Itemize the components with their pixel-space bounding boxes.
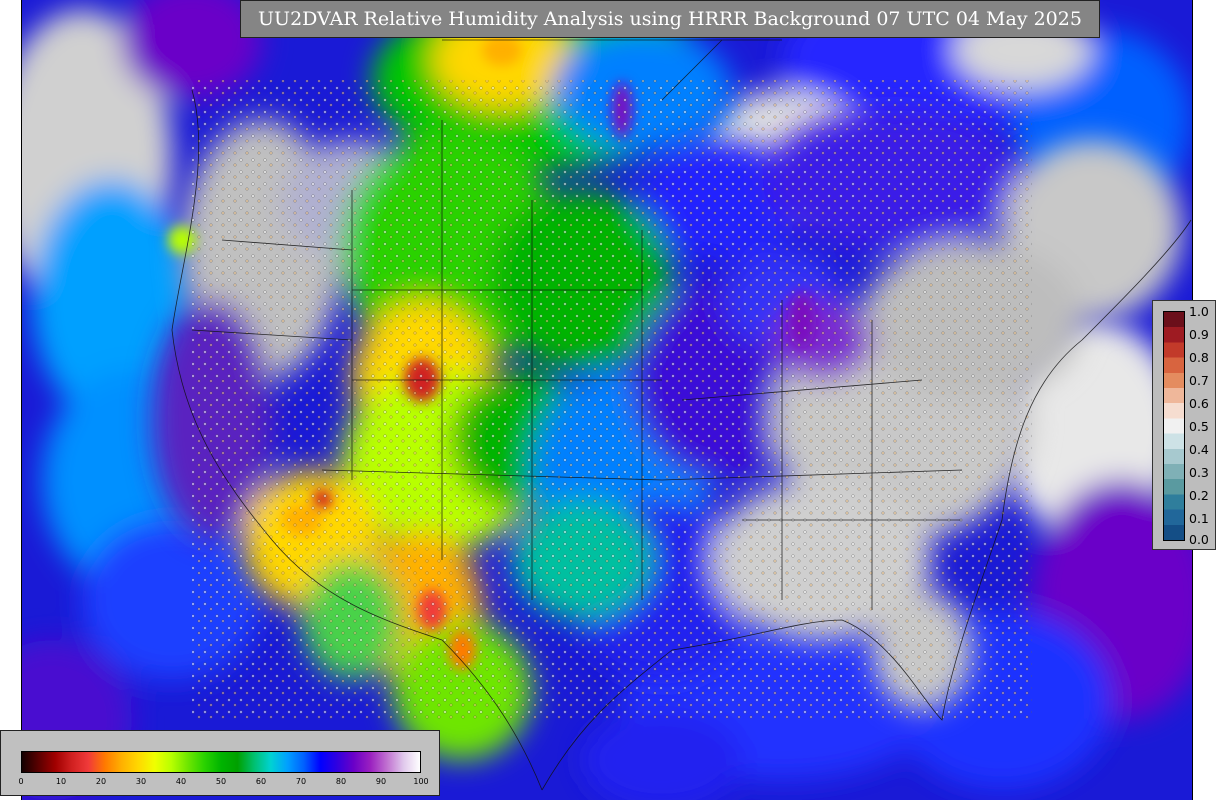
- humidity-colorbar-tick: 90: [375, 777, 387, 786]
- humidity-colorbar-tick: 40: [175, 777, 187, 786]
- humidity-map: [21, 0, 1193, 800]
- secondary-colorbar-tick: 0.8: [1189, 350, 1209, 365]
- secondary-colorbar-tick: 0.1: [1189, 511, 1209, 526]
- secondary-colorbar-tick: 0.4: [1189, 442, 1209, 457]
- secondary-colorbar-tick: 1.0: [1189, 304, 1209, 319]
- humidity-colorbar: [21, 751, 421, 773]
- humidity-colorbar-tick: 80: [335, 777, 347, 786]
- secondary-colorbar-tick: 0.6: [1189, 396, 1209, 411]
- secondary-colorbar-tick: 0.0: [1189, 532, 1209, 547]
- secondary-colorbar-legend: 1.0 0.9 0.8 0.7 0.6 0.5 0.4 0.3 0.2 0.1 …: [1152, 300, 1216, 550]
- humidity-colorbar-tick: 100: [413, 777, 429, 786]
- secondary-colorbar-tick: 0.7: [1189, 373, 1209, 388]
- secondary-colorbar-tick: 0.9: [1189, 327, 1209, 342]
- humidity-colorbar-tick: 30: [135, 777, 147, 786]
- humidity-colorbar-tick: 10: [55, 777, 67, 786]
- humidity-colorbar-tick: 60: [255, 777, 267, 786]
- humidity-colorbar-tick: 70: [295, 777, 307, 786]
- humidity-colorbar-tick: 0: [18, 777, 24, 786]
- humidity-colorbar-tick: 50: [215, 777, 227, 786]
- humidity-colorbar-legend: 0 10 20 30 40 50 60 70 80 90 100: [0, 730, 440, 796]
- secondary-colorbar-tick: 0.5: [1189, 419, 1209, 434]
- map-figure: UU2DVAR Relative Humidity Analysis using…: [0, 0, 1216, 800]
- secondary-colorbar-tick: 0.3: [1189, 465, 1209, 480]
- map-title: UU2DVAR Relative Humidity Analysis using…: [240, 0, 1100, 38]
- humidity-colorbar-tick: 20: [95, 777, 107, 786]
- secondary-colorbar-tick: 0.2: [1189, 488, 1209, 503]
- secondary-colorbar: [1163, 311, 1185, 541]
- humidity-field: [22, 0, 1192, 800]
